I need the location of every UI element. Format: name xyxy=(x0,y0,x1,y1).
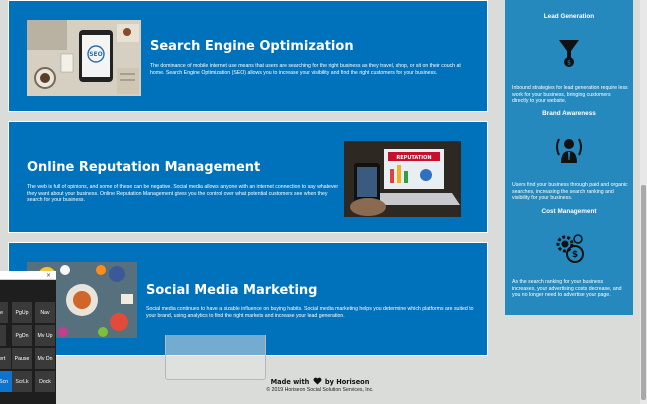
reputation-image-text: REPUTATION xyxy=(396,155,431,161)
key-move-down[interactable]: Mv Dn xyxy=(35,348,55,369)
funnel-icon: $ xyxy=(559,40,579,67)
lead-generation-title: Lead Generation xyxy=(543,13,595,20)
key-scroll-lock[interactable]: ScrLk xyxy=(12,371,32,392)
svg-text:$: $ xyxy=(572,250,578,260)
reputation-card: Online Reputation Management The web is … xyxy=(8,121,488,233)
brand-awareness-title: Brand Awareness xyxy=(542,110,596,117)
heart-icon xyxy=(313,377,322,385)
key-pause[interactable]: Pause xyxy=(12,348,32,369)
brand-awareness-text: Users find your business through paid an… xyxy=(512,182,628,202)
close-icon[interactable]: × xyxy=(46,271,51,280)
cost-management-title: Cost Management xyxy=(541,208,597,215)
svg-text:$: $ xyxy=(567,60,571,67)
seo-image: SEO xyxy=(27,20,141,96)
onscreen-keyboard: × ome PgUp Nav d PgDn Mv Up sert Pause M… xyxy=(0,271,56,404)
person-broadcast-icon xyxy=(556,138,582,163)
reputation-text: The web is full of opinions, and some of… xyxy=(27,184,339,204)
footer-made-suffix: by Horiseon xyxy=(324,378,370,386)
key-print-screen[interactable]: rtScn xyxy=(0,371,12,392)
social-media-text: Social media continues to have a sizable… xyxy=(146,306,474,319)
lead-generation-text: Inbound strategies for lead generation r… xyxy=(512,85,628,105)
reputation-image: REPUTATION xyxy=(344,141,461,217)
reputation-title: Online Reputation Management xyxy=(27,160,261,175)
footer-made-with: Made with by Horiseon xyxy=(0,377,640,386)
key-pgup[interactable]: PgUp xyxy=(12,302,32,323)
footer-made-prefix: Made with xyxy=(270,378,310,386)
scrollbar-thumb[interactable] xyxy=(641,185,646,400)
social-media-title: Social Media Marketing xyxy=(146,283,318,298)
key-nav[interactable]: Nav xyxy=(35,302,55,323)
tooltip-outline xyxy=(165,335,266,380)
money-gears-icon: $ xyxy=(556,234,584,263)
seo-image-text: SEO xyxy=(89,51,103,58)
footer-copyright: © 2019 Horiseon Social Solution Services… xyxy=(266,387,374,393)
cost-management-text: As the search ranking for your business … xyxy=(512,279,622,299)
seo-text: The dominance of mobile internet use mea… xyxy=(150,63,461,76)
key-dock[interactable]: Dock xyxy=(35,371,55,392)
seo-card: SEO Search Engine Optimization The domin… xyxy=(8,0,488,112)
key-move-up[interactable]: Mv Up xyxy=(35,325,55,346)
key-home[interactable]: ome xyxy=(0,302,8,323)
key-insert[interactable]: sert xyxy=(0,348,11,369)
vertical-scrollbar[interactable] xyxy=(640,0,647,404)
benefits-sidebar: Lead Generation $ Inbound strategies for… xyxy=(505,0,633,315)
key-pgdn[interactable]: PgDn xyxy=(12,325,32,346)
key-end[interactable]: d xyxy=(0,325,6,346)
keyboard-title-bar[interactable]: × xyxy=(0,271,56,280)
seo-title: Search Engine Optimization xyxy=(150,39,354,54)
